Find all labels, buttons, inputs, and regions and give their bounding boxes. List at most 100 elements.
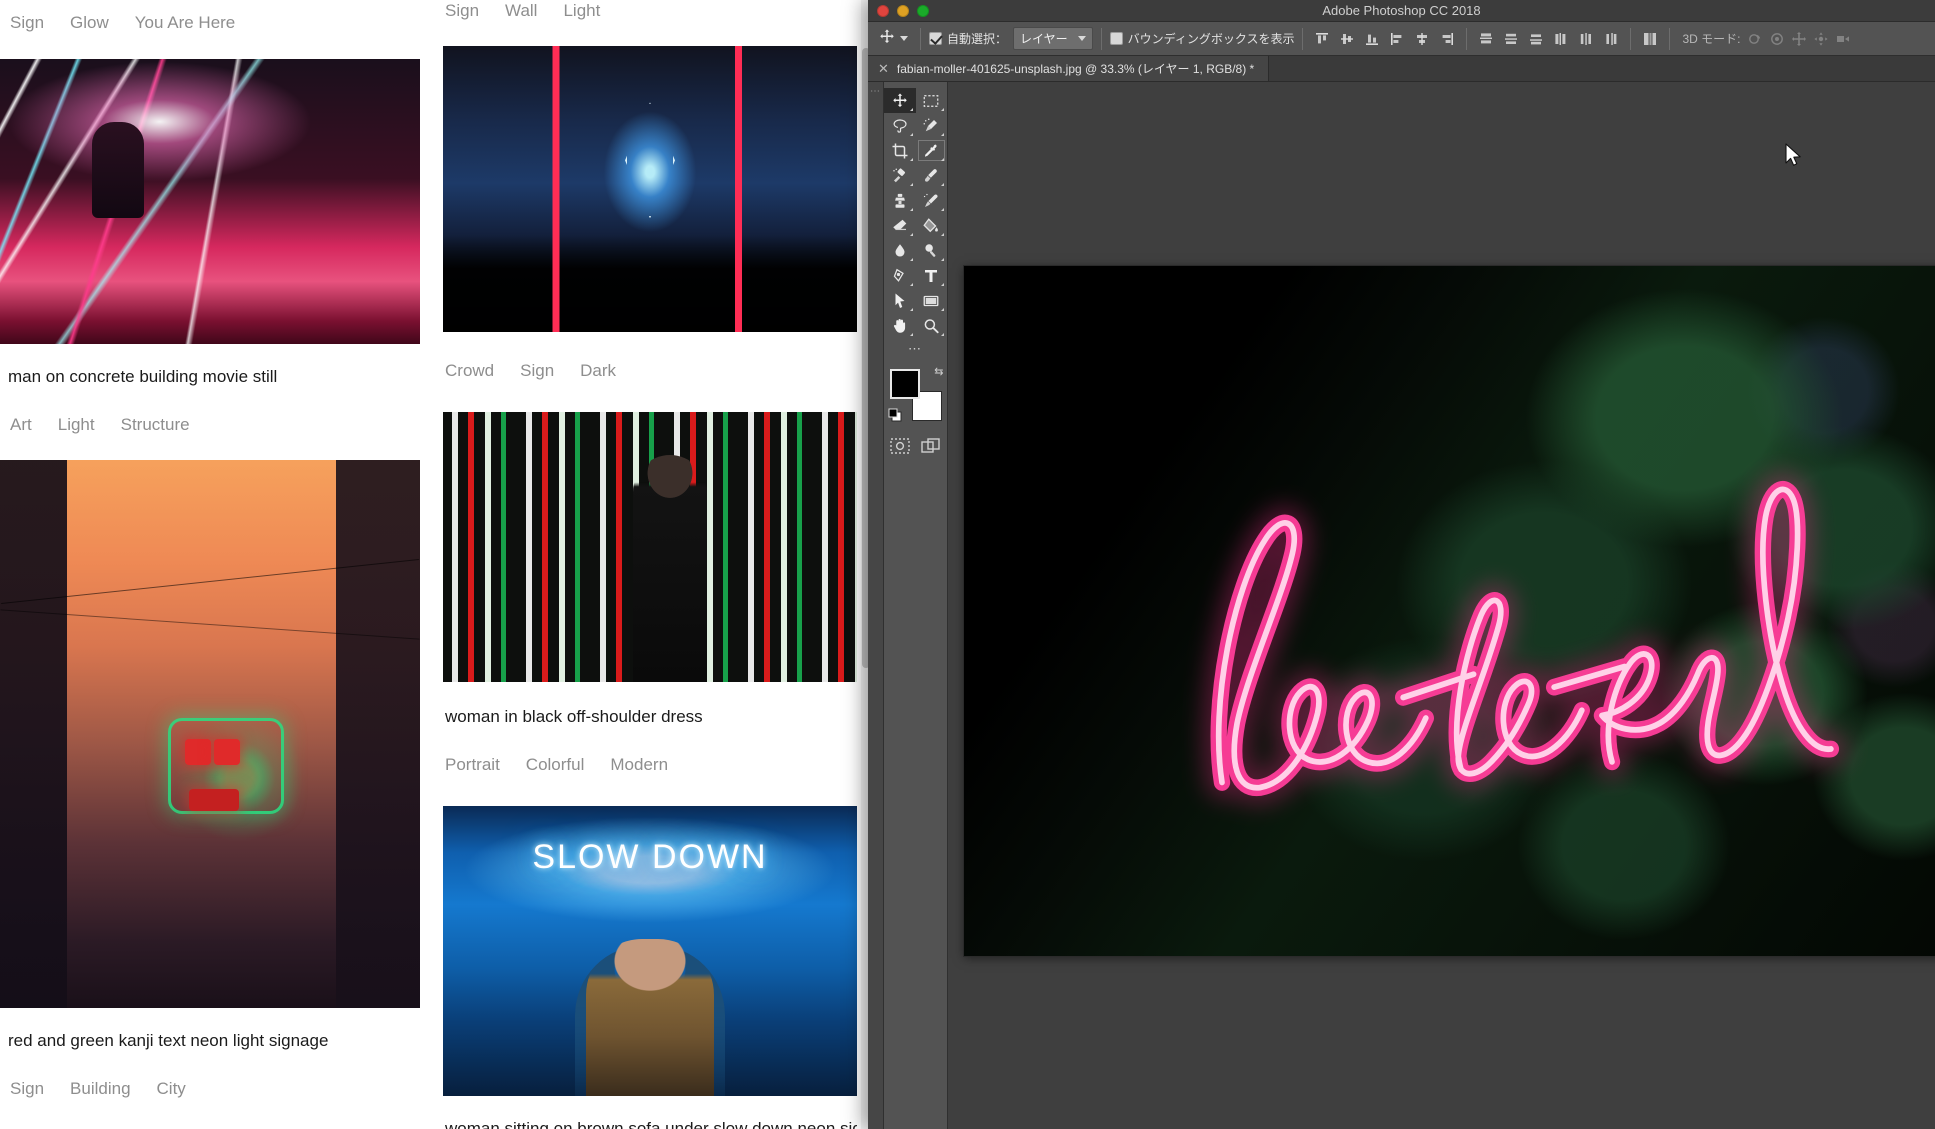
- distribute-right-edges-icon[interactable]: [1600, 28, 1622, 50]
- spot-healing-brush-tool[interactable]: [884, 163, 916, 188]
- clone-stamp-tool[interactable]: [884, 188, 916, 213]
- align-left-edges-icon[interactable]: [1386, 28, 1408, 50]
- kanji-neon-street-photo[interactable]: [0, 460, 420, 1008]
- paint-bucket-tool[interactable]: [916, 213, 948, 238]
- canvas-area[interactable]: [948, 82, 1935, 1129]
- auto-select-label: 自動選択：: [947, 32, 1008, 46]
- horizontal-type-tool[interactable]: [916, 263, 948, 288]
- grip-dots: ⋯: [870, 86, 881, 97]
- tools-panel[interactable]: ⋯ ⇆: [884, 82, 948, 1129]
- result-card[interactable]: woman in black off-shoulder dress Portra…: [443, 412, 857, 776]
- rectangle-tool[interactable]: [916, 288, 948, 313]
- eyedropper-tool[interactable]: [916, 138, 948, 163]
- rectangular-marquee-tool[interactable]: [916, 88, 948, 113]
- document-tab[interactable]: ✕ fabian-moller-401625-unsplash.jpg @ 33…: [868, 56, 1270, 81]
- drag-3d-object-icon[interactable]: [1788, 28, 1810, 50]
- align-bottom-edges-icon[interactable]: [1361, 28, 1383, 50]
- align-buttons-group[interactable]: [1311, 28, 1458, 50]
- color-swatches[interactable]: ⇆: [888, 365, 944, 425]
- blur-tool[interactable]: [884, 238, 916, 263]
- window-title: Adobe Photoshop CC 2018: [1322, 3, 1481, 18]
- hand-tool[interactable]: [884, 313, 916, 338]
- result-card[interactable]: man on concrete building movie still Art…: [0, 59, 420, 436]
- zoom-tool[interactable]: [916, 313, 948, 338]
- result-caption: woman sitting on brown sofa under slow d…: [445, 1119, 857, 1129]
- distribute-vertical-centers-icon[interactable]: [1500, 28, 1522, 50]
- tag-chip[interactable]: Crowd: [445, 360, 494, 382]
- photoshop-window[interactable]: Adobe Photoshop CC 2018 自動選択： レイヤー バウンディ…: [868, 0, 1935, 1129]
- show-bounding-box-checkbox[interactable]: [1109, 32, 1123, 45]
- rotate-3d-object-icon[interactable]: [1744, 28, 1766, 50]
- tag-chip[interactable]: City: [157, 1078, 186, 1100]
- slow-down-neon-photo[interactable]: SLOW DOWN: [443, 806, 857, 1096]
- align-right-edges-icon[interactable]: [1436, 28, 1458, 50]
- align-more-options-icon[interactable]: [1639, 28, 1661, 50]
- distribute-left-edges-icon[interactable]: [1550, 28, 1572, 50]
- tag-chip[interactable]: Sign: [10, 1078, 44, 1100]
- scale-3d-object-icon[interactable]: [1832, 28, 1854, 50]
- distribute-horizontal-centers-icon[interactable]: [1575, 28, 1597, 50]
- blue-diamond-stage-photo[interactable]: [443, 46, 857, 332]
- quick-mask-mode-icon[interactable]: [889, 435, 911, 457]
- tag-chip[interactable]: Modern: [610, 754, 668, 776]
- tag-chip[interactable]: Wall: [505, 0, 537, 22]
- document-tab-bar[interactable]: ✕ fabian-moller-401625-unsplash.jpg @ 33…: [868, 56, 1935, 82]
- crop-tool[interactable]: [884, 138, 916, 163]
- options-bar[interactable]: 自動選択： レイヤー バウンディングボックスを表示 3D モード:: [868, 22, 1935, 56]
- top-tag-row-left: Sign Glow You Are Here: [0, 0, 420, 34]
- align-horizontal-centers-icon[interactable]: [1411, 28, 1433, 50]
- default-colors-icon[interactable]: [888, 408, 902, 425]
- brush-tool[interactable]: [916, 163, 948, 188]
- quick-selection-tool[interactable]: [916, 113, 948, 138]
- tag-chip[interactable]: Sign: [520, 360, 554, 382]
- eraser-tool[interactable]: [884, 213, 916, 238]
- tag-chip[interactable]: Portrait: [445, 754, 500, 776]
- neon-ceiling-photo[interactable]: [0, 59, 420, 344]
- swap-colors-icon[interactable]: ⇆: [934, 365, 943, 378]
- active-tool-indicator[interactable]: [874, 28, 912, 49]
- photoshop-body: ⋯ ⋯ ⇆: [868, 82, 1935, 1129]
- tag-chip[interactable]: Sign: [445, 0, 479, 22]
- align-top-edges-icon[interactable]: [1311, 28, 1333, 50]
- tag-chip[interactable]: Structure: [121, 414, 190, 436]
- tag-chip[interactable]: Dark: [580, 360, 616, 382]
- lasso-tool[interactable]: [884, 113, 916, 138]
- result-caption: man on concrete building movie still: [8, 367, 278, 386]
- tag-chip[interactable]: Colorful: [526, 754, 585, 776]
- photoshop-titlebar[interactable]: Adobe Photoshop CC 2018: [868, 0, 1935, 22]
- roll-3d-object-icon[interactable]: [1766, 28, 1788, 50]
- auto-select-checkbox[interactable]: [929, 32, 942, 45]
- distribute-bottom-edges-icon[interactable]: [1525, 28, 1547, 50]
- results-column-middle: Sign Wall Light Crowd Sign Dark woman in…: [443, 0, 871, 1129]
- tag-chip[interactable]: Building: [70, 1078, 131, 1100]
- align-vertical-centers-icon[interactable]: [1336, 28, 1358, 50]
- path-selection-tool[interactable]: [884, 288, 916, 313]
- slide-3d-object-icon[interactable]: [1810, 28, 1832, 50]
- tag-chip[interactable]: Glow: [70, 12, 109, 34]
- breathe-neon-foliage-photo[interactable]: [964, 266, 1935, 956]
- screen-mode-icon[interactable]: [920, 435, 942, 457]
- auto-select-dropdown[interactable]: レイヤー: [1013, 27, 1093, 50]
- tag-chip[interactable]: Light: [58, 414, 95, 436]
- move-tool[interactable]: [884, 88, 916, 113]
- distribute-top-edges-icon[interactable]: [1475, 28, 1497, 50]
- chevron-down-icon: [1077, 36, 1086, 41]
- history-brush-tool[interactable]: [916, 188, 948, 213]
- breathe-neon-sign: [1144, 445, 1924, 831]
- striped-lights-woman-photo[interactable]: [443, 412, 857, 682]
- foreground-color-swatch[interactable]: [889, 369, 920, 399]
- tag-chip[interactable]: You Are Here: [135, 12, 236, 34]
- result-card[interactable]: SLOW DOWN woman sitting on brown sofa un…: [443, 806, 857, 1129]
- tag-chip[interactable]: Art: [10, 414, 32, 436]
- dodge-tool[interactable]: [916, 238, 948, 263]
- result-card[interactable]: red and green kanji text neon light sign…: [0, 460, 420, 1100]
- result-card[interactable]: Crowd Sign Dark: [443, 46, 857, 382]
- tag-chip[interactable]: Sign: [10, 12, 44, 34]
- panel-grip-icon[interactable]: ⋯: [868, 82, 884, 1129]
- ellipsis-icon[interactable]: ⋯: [884, 338, 947, 363]
- close-icon[interactable]: ✕: [878, 61, 889, 77]
- pen-tool[interactable]: [884, 263, 916, 288]
- chevron-down-icon[interactable]: [900, 36, 908, 41]
- distribute-buttons-group[interactable]: [1475, 28, 1622, 50]
- tag-chip[interactable]: Light: [563, 0, 600, 22]
